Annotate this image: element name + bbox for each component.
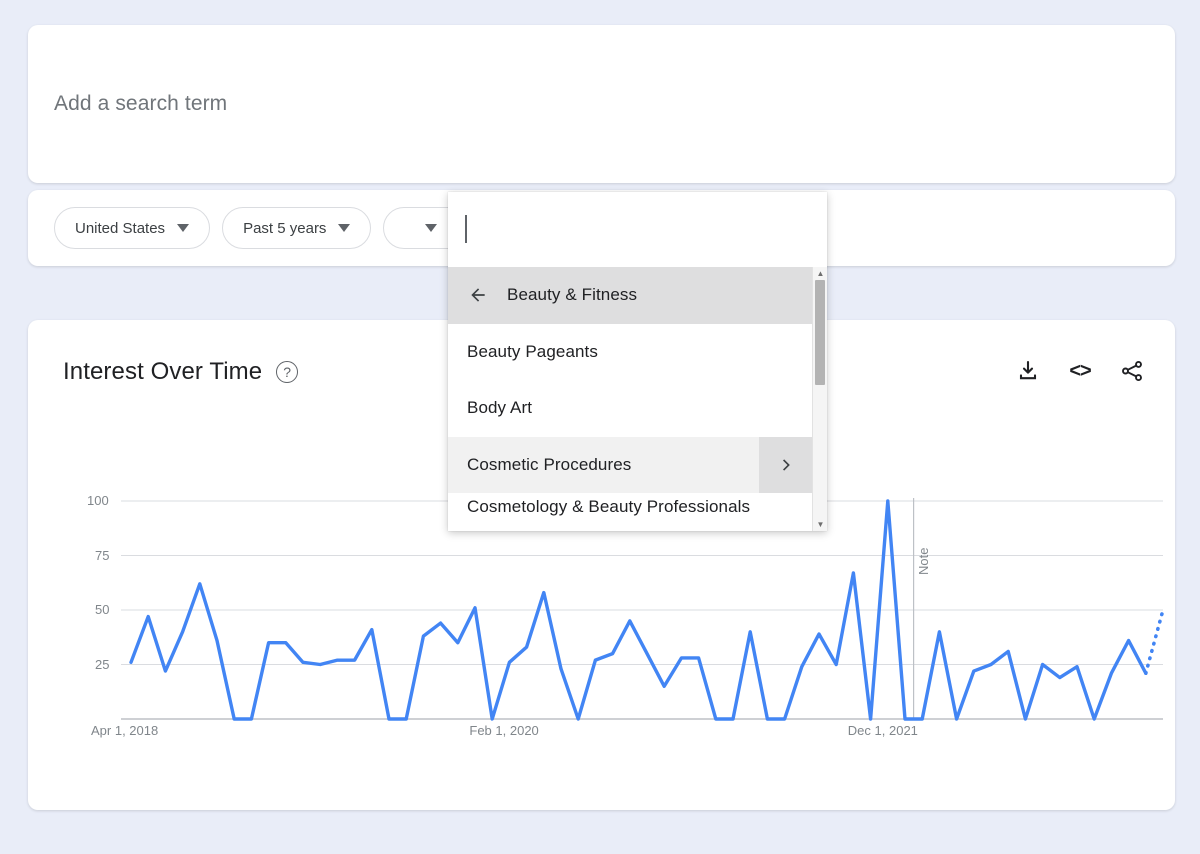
- search-term-card[interactable]: Add a search term: [28, 25, 1175, 183]
- search-input-placeholder[interactable]: Add a search term: [54, 92, 227, 116]
- help-icon[interactable]: ?: [276, 361, 299, 383]
- text-cursor: [465, 215, 467, 243]
- category-item-cosmetology-beauty-professionals[interactable]: Cosmetology & Beauty Professionals: [448, 493, 827, 531]
- y-axis-tick-label: 25: [95, 656, 110, 672]
- category-search-input[interactable]: [448, 192, 827, 267]
- time-filter-chip[interactable]: Past 5 years: [222, 207, 372, 249]
- download-button[interactable]: [1015, 358, 1041, 384]
- category-item-cosmetic-procedures[interactable]: Cosmetic Procedures: [448, 436, 827, 493]
- category-list-header[interactable]: Beauty & Fitness: [448, 267, 827, 324]
- y-axis-tick-label: 75: [95, 547, 110, 563]
- x-axis-tick-label: Dec 1, 2021: [847, 723, 918, 738]
- category-item-beauty-pageants[interactable]: Beauty Pageants: [448, 324, 827, 381]
- scrollbar-thumb[interactable]: [815, 280, 825, 385]
- page-root: Add a search term United States Past 5 y…: [0, 0, 1200, 854]
- category-item-label: Beauty Pageants: [467, 341, 598, 361]
- category-item-label: Cosmetology & Beauty Professionals: [467, 497, 751, 516]
- share-icon: [1122, 360, 1142, 382]
- category-header-label: Beauty & Fitness: [507, 285, 638, 305]
- download-icon: [1019, 360, 1037, 380]
- arrow-left-icon: [471, 288, 485, 302]
- chevron-right-icon: [783, 459, 790, 471]
- x-axis-tick-label: Feb 1, 2020: [469, 723, 539, 738]
- x-axis-tick-label: Apr 1, 2018: [91, 723, 159, 738]
- embed-button[interactable]: <>: [1067, 358, 1093, 384]
- submenu-expand-button[interactable]: [759, 436, 815, 493]
- chart-action-bar: <>: [1015, 358, 1145, 384]
- region-filter-label: United States: [75, 219, 166, 237]
- category-list: Beauty & Fitness Beauty Pageants Body Ar…: [448, 267, 827, 531]
- region-filter-chip[interactable]: United States: [54, 207, 211, 249]
- note-annotation-label: Note: [915, 547, 931, 575]
- category-item-body-art[interactable]: Body Art: [448, 380, 827, 437]
- chevron-down-icon: [338, 224, 351, 232]
- category-item-label: Body Art: [467, 398, 533, 418]
- share-button[interactable]: [1119, 358, 1145, 384]
- scroll-up-arrow-icon[interactable]: ▲: [813, 267, 827, 280]
- page-title: Interest Over Time: [63, 358, 263, 385]
- y-axis-tick-label: 50: [95, 602, 110, 617]
- chevron-down-icon: [177, 224, 190, 232]
- chart-header: Interest Over Time ?: [63, 358, 299, 386]
- scroll-down-arrow-icon[interactable]: ▼: [813, 518, 827, 531]
- chevron-down-icon: [425, 224, 438, 232]
- category-list-scrollbar[interactable]: ▲ ▼: [812, 267, 827, 531]
- time-filter-label: Past 5 years: [243, 219, 327, 237]
- y-axis-tick-label: 100: [87, 493, 109, 508]
- category-dropdown[interactable]: Beauty & Fitness Beauty Pageants Body Ar…: [448, 192, 827, 531]
- category-item-label: Cosmetic Procedures: [467, 454, 632, 474]
